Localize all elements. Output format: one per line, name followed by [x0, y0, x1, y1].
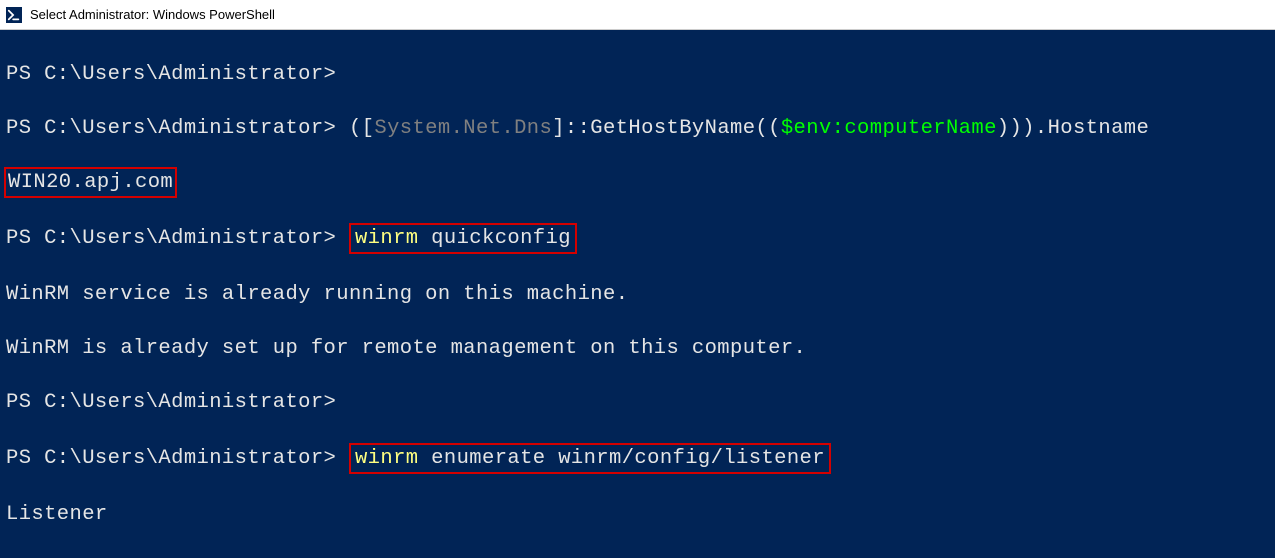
- cmd-text: ))).Hostname: [997, 117, 1149, 140]
- highlight-hostname: WIN20.apj.com: [4, 167, 177, 198]
- highlight-enumerate: winrm enumerate winrm/config/listener: [349, 443, 831, 474]
- powershell-icon: [6, 7, 22, 23]
- space: [336, 227, 349, 250]
- prompt-line: PS C:\Users\Administrator>: [6, 227, 336, 250]
- env-variable: $env:computerName: [781, 117, 997, 140]
- output-line: WinRM service is already running on this…: [6, 281, 1269, 308]
- window-title: Select Administrator: Windows PowerShell: [30, 7, 275, 22]
- prompt-line: PS C:\Users\Administrator>: [6, 117, 336, 140]
- prompt-line: PS C:\Users\Administrator>: [6, 391, 336, 414]
- listener-header: Listener: [6, 501, 1269, 528]
- type-literal: System.Net.Dns: [374, 117, 552, 140]
- prompt-line: PS C:\Users\Administrator>: [6, 447, 336, 470]
- quickconfig-args: quickconfig: [418, 227, 570, 250]
- winrm-keyword: winrm: [355, 447, 419, 470]
- window-title-bar[interactable]: Select Administrator: Windows PowerShell: [0, 0, 1275, 30]
- winrm-keyword: winrm: [355, 227, 419, 250]
- prompt-line: PS C:\Users\Administrator>: [6, 63, 336, 86]
- space: [336, 447, 349, 470]
- terminal-output[interactable]: PS C:\Users\Administrator> PS C:\Users\A…: [0, 30, 1275, 558]
- cmd-text: ([: [336, 117, 374, 140]
- enumerate-args: enumerate winrm/config/listener: [418, 447, 824, 470]
- output-line: WinRM is already set up for remote manag…: [6, 335, 1269, 362]
- cmd-text: ]::GetHostByName((: [552, 117, 781, 140]
- highlight-quickconfig: winrm quickconfig: [349, 223, 577, 254]
